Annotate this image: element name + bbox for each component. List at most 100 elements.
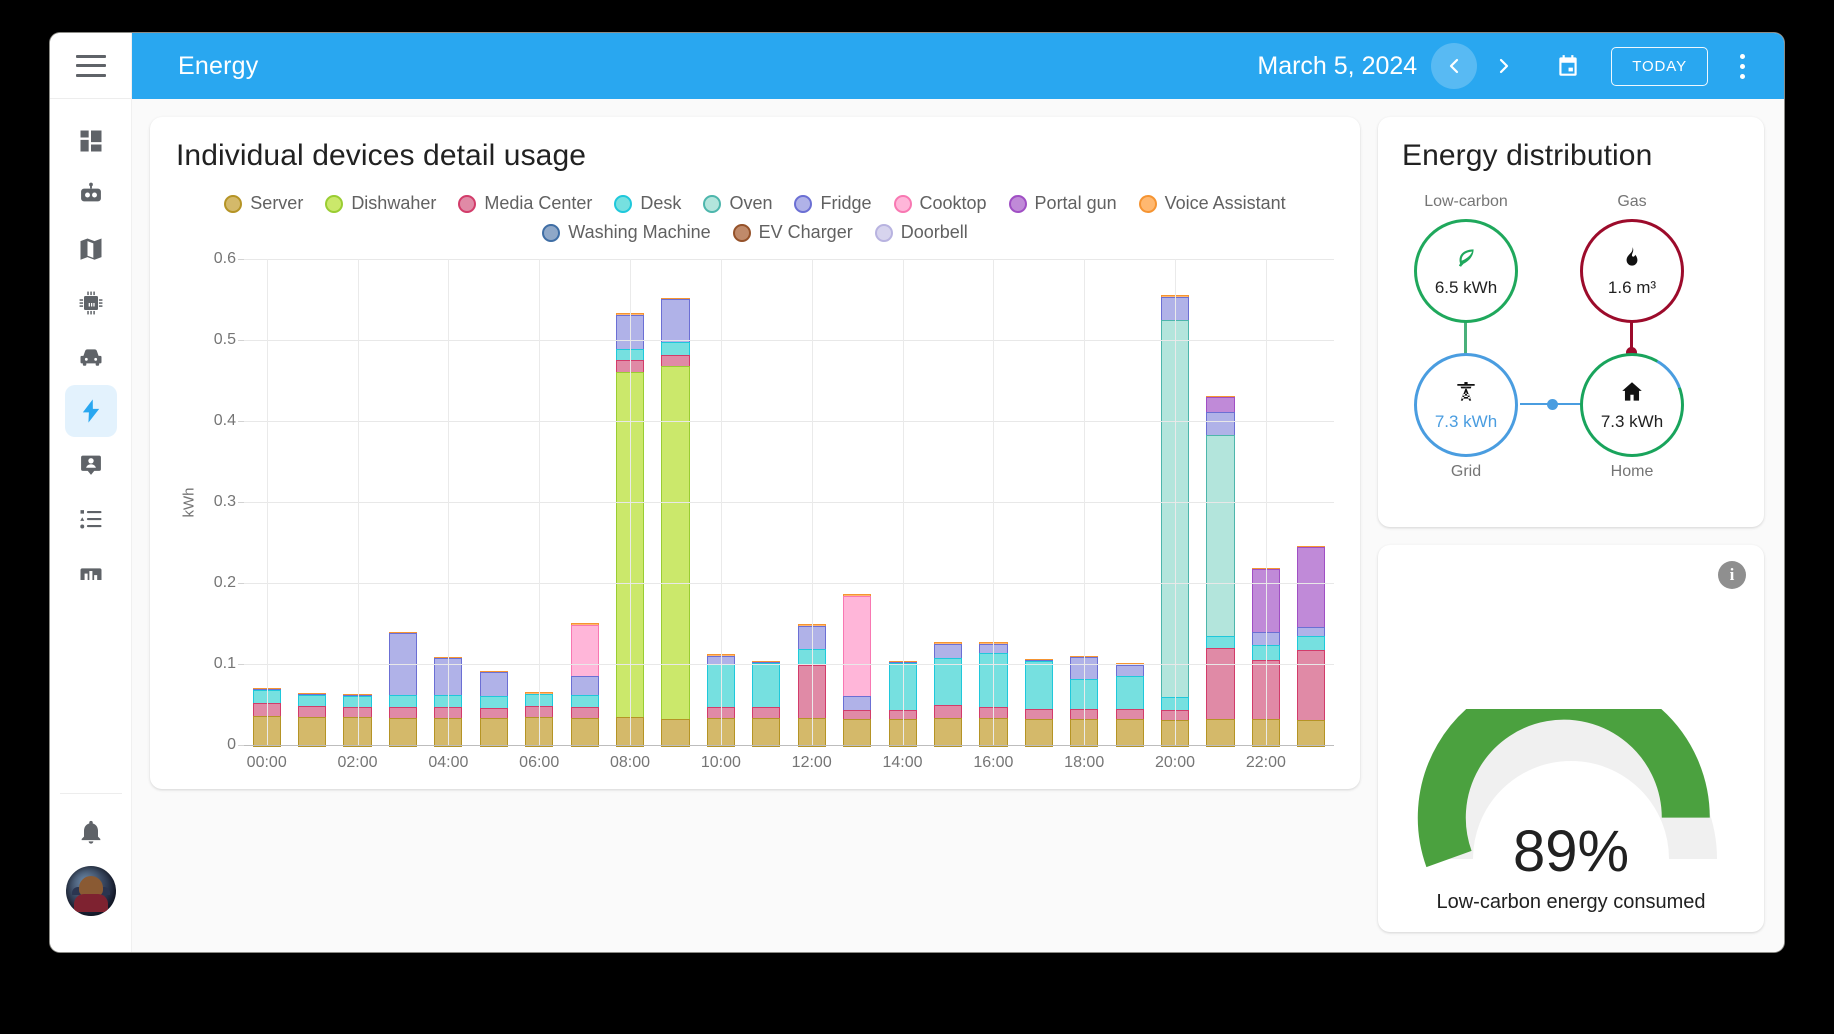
content-area: Individual devices detail usage ServerDi… <box>132 99 1784 952</box>
legend-swatch <box>542 224 560 242</box>
page-title: Energy <box>178 52 258 81</box>
sidebar-item-persons[interactable] <box>65 439 117 491</box>
user-avatar[interactable] <box>66 866 116 916</box>
sidebar-item-devices[interactable] <box>65 277 117 329</box>
x-gridline <box>448 259 449 745</box>
right-column: Energy distribution 6.5 kWhLow-carbon1.6… <box>1378 117 1764 932</box>
node-caption: Home <box>1611 463 1654 481</box>
legend-item[interactable]: Server <box>224 193 303 214</box>
distribution-node-gas[interactable]: 1.6 m³ <box>1580 219 1684 323</box>
sidebar-item-history[interactable] <box>65 547 117 599</box>
x-tick-label: 20:00 <box>1155 754 1195 772</box>
edge-dot-grid <box>1547 399 1558 410</box>
legend-item[interactable]: Media Center <box>458 193 592 214</box>
y-tick-mark <box>238 340 244 341</box>
info-icon[interactable]: i <box>1718 561 1746 589</box>
legend-label: EV Charger <box>759 222 853 243</box>
legend-item[interactable]: Fridge <box>794 193 871 214</box>
bar-segment <box>1025 719 1053 747</box>
distribution-node-home[interactable]: 7.3 kWh <box>1580 353 1684 457</box>
y-gridline <box>244 664 1334 665</box>
x-tick-label: 00:00 <box>247 754 287 772</box>
y-tick-mark <box>238 421 244 422</box>
chart-legend: Server Dishwaher Media Center Desk Oven Fridg… <box>176 193 1334 243</box>
legend-item[interactable]: Doorbell <box>875 222 968 243</box>
gauge-value: 89% <box>1411 823 1731 881</box>
hamburger-menu-icon <box>76 55 106 77</box>
legend-item[interactable]: Voice Assistant <box>1139 193 1286 214</box>
legend-label: Desk <box>640 193 681 214</box>
x-tick-label: 14:00 <box>883 754 923 772</box>
calendar-picker-button[interactable] <box>1545 43 1591 89</box>
node-value: 7.3 kWh <box>1435 412 1497 432</box>
flame-icon <box>1619 245 1645 276</box>
distribution-node-low_carbon[interactable]: 6.5 kWh <box>1414 219 1518 323</box>
y-gridline <box>244 583 1334 584</box>
bar-segment <box>480 672 508 698</box>
legend-item[interactable]: Oven <box>703 193 772 214</box>
bar-segment <box>934 658 962 707</box>
x-tick-label: 06:00 <box>519 754 559 772</box>
x-gridline <box>812 259 813 745</box>
sidebar-items <box>50 99 131 599</box>
bar-segment <box>843 719 871 747</box>
bell-icon <box>77 818 105 846</box>
legend-label: Cooktop <box>920 193 987 214</box>
node-caption: Grid <box>1451 463 1481 481</box>
chart-plot-area: kWh 00.10.20.30.40.50.6 <box>176 259 1334 745</box>
legend-swatch <box>614 195 632 213</box>
y-gridline <box>244 259 1334 260</box>
legend-swatch <box>1009 195 1027 213</box>
legend-item[interactable]: Cooktop <box>894 193 987 214</box>
y-gridline <box>244 340 1334 341</box>
car-icon <box>77 343 105 371</box>
gauge-chart: 89% <box>1411 709 1731 875</box>
distribution-node-grid[interactable]: 7.3 kWh <box>1414 353 1518 457</box>
x-gridline <box>1175 259 1176 745</box>
sidebar <box>50 33 132 952</box>
legend-item[interactable]: Washing Machine <box>542 222 710 243</box>
node-value: 6.5 kWh <box>1435 278 1497 298</box>
legend-label: Doorbell <box>901 222 968 243</box>
previous-day-button[interactable] <box>1431 43 1477 89</box>
legend-item[interactable]: Portal gun <box>1009 193 1117 214</box>
sidebar-item-notifications[interactable] <box>65 806 117 858</box>
legend-label: Fridge <box>820 193 871 214</box>
sidebar-menu-button[interactable] <box>50 33 131 99</box>
app-window: Energy March 5, 2024 TODAY <box>50 33 1784 952</box>
bar-segment <box>661 719 689 747</box>
legend-label: Oven <box>729 193 772 214</box>
legend-label: Portal gun <box>1035 193 1117 214</box>
main-area: Energy March 5, 2024 TODAY <box>132 33 1784 952</box>
node-caption: Low-carbon <box>1424 193 1508 211</box>
y-tick-label: 0 <box>227 736 236 754</box>
x-tick-label: 22:00 <box>1246 754 1286 772</box>
y-tick-label: 0.6 <box>214 250 236 268</box>
sidebar-item-energy[interactable] <box>65 385 117 437</box>
legend-swatch <box>875 224 893 242</box>
bar-segment <box>1206 435 1234 637</box>
sidebar-item-map[interactable] <box>65 223 117 275</box>
sidebar-item-automations[interactable] <box>65 169 117 221</box>
y-tick-label: 0.3 <box>214 493 236 511</box>
sidebar-item-todo[interactable] <box>65 493 117 545</box>
legend-item[interactable]: EV Charger <box>733 222 853 243</box>
overflow-menu-button[interactable] <box>1722 43 1762 89</box>
legend-item[interactable]: Desk <box>614 193 681 214</box>
legend-item[interactable]: Dishwaher <box>325 193 436 214</box>
toolbar: March 5, 2024 TODAY <box>1257 43 1762 89</box>
x-gridline <box>1084 259 1085 745</box>
y-tick-mark <box>238 583 244 584</box>
next-day-button[interactable] <box>1481 43 1527 89</box>
bar-segment <box>571 625 599 678</box>
sidebar-item-dashboard[interactable] <box>65 115 117 167</box>
today-button[interactable]: TODAY <box>1611 47 1708 86</box>
power-pylon-icon <box>1453 379 1479 410</box>
gauge-caption: Low-carbon energy consumed <box>1436 891 1705 914</box>
legend-label: Washing Machine <box>568 222 710 243</box>
bar-segment <box>934 718 962 746</box>
y-tick-mark <box>238 259 244 260</box>
legend-swatch <box>733 224 751 242</box>
x-gridline <box>630 259 631 745</box>
sidebar-item-car[interactable] <box>65 331 117 383</box>
